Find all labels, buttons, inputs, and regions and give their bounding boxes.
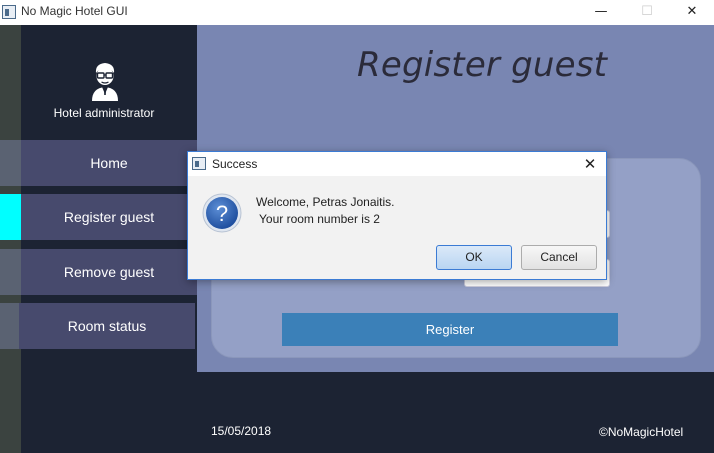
indicator-remove-guest xyxy=(0,249,21,295)
window-close-button[interactable]: ✕ xyxy=(669,0,714,25)
sidebar-item-home[interactable]: Home xyxy=(21,140,197,186)
dialog-window-icon xyxy=(192,157,206,170)
page-title: Register guest xyxy=(357,45,608,85)
question-icon: ? xyxy=(202,193,242,233)
sidebar-indicator-strip xyxy=(0,25,21,453)
indicator-register-guest xyxy=(0,194,21,240)
sidebar: Hotel administrator Home Register guest … xyxy=(19,25,197,453)
sidebar-item-room-status[interactable]: Room status xyxy=(19,303,195,349)
footer-date: 15/05/2018 xyxy=(211,424,272,438)
window-title: No Magic Hotel GUI xyxy=(21,4,128,18)
maximize-button[interactable]: ☐ xyxy=(624,0,670,25)
sidebar-item-register-guest[interactable]: Register guest xyxy=(21,194,197,240)
administrator-avatar-icon xyxy=(92,63,118,101)
dialog-message-line1: Welcome, Petras Jonaitis. xyxy=(256,195,395,209)
minimize-button[interactable]: — xyxy=(578,0,624,25)
indicator-home xyxy=(0,140,21,186)
window-titlebar: No Magic Hotel GUI — ☐ ✕ xyxy=(0,0,714,25)
register-button[interactable]: Register xyxy=(282,313,618,346)
app-window-icon xyxy=(2,5,16,19)
sidebar-item-remove-guest[interactable]: Remove guest xyxy=(21,249,197,295)
success-dialog: Success ✕ ? Welcome, Petras Jonaitis. Yo… xyxy=(187,151,607,280)
indicator-room-status xyxy=(0,303,21,349)
ok-button[interactable]: OK xyxy=(436,245,512,270)
profile-label: Hotel administrator xyxy=(53,106,155,120)
dialog-title: Success xyxy=(212,157,258,171)
dialog-titlebar: Success ✕ xyxy=(188,152,606,176)
cancel-button[interactable]: Cancel xyxy=(521,245,597,270)
footer-copyright: ©NoMagicHotel xyxy=(599,425,684,439)
svg-text:?: ? xyxy=(216,201,228,226)
dialog-close-button[interactable]: ✕ xyxy=(574,152,606,176)
dialog-message-line2: Your room number is 2 xyxy=(259,212,380,226)
